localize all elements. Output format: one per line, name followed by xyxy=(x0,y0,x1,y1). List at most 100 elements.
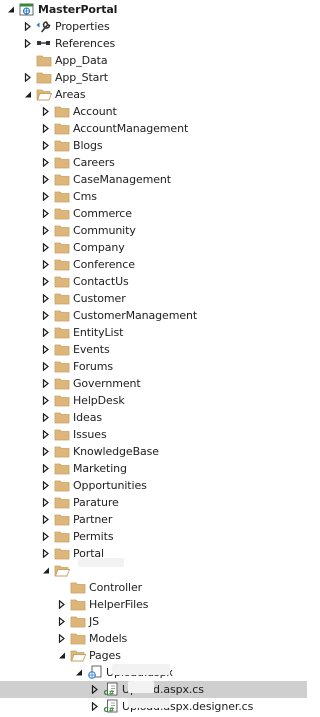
collapsed-chevron-icon[interactable] xyxy=(42,443,52,460)
tree-item-label: HelperFiles xyxy=(89,598,149,611)
tree-item-account[interactable]: Account xyxy=(0,103,307,120)
collapsed-chevron-icon[interactable] xyxy=(42,494,52,511)
collapsed-chevron-icon[interactable] xyxy=(24,69,34,86)
tree-item-commerce[interactable]: Commerce xyxy=(0,205,307,222)
tree-item-properties[interactable]: Properties xyxy=(0,18,307,35)
tree-item-parature[interactable]: Parature xyxy=(0,494,307,511)
expanded-chevron-icon[interactable] xyxy=(75,664,85,681)
collapsed-chevron-icon[interactable] xyxy=(58,613,68,630)
collapsed-chevron-icon[interactable] xyxy=(91,681,101,698)
tree-item-careers[interactable]: Careers xyxy=(0,154,307,171)
folder-closed-icon xyxy=(54,257,70,272)
tree-item-js[interactable]: JS xyxy=(0,613,307,630)
collapsed-chevron-icon[interactable] xyxy=(42,154,52,171)
collapsed-chevron-icon[interactable] xyxy=(42,103,52,120)
folder-closed-icon xyxy=(54,410,70,425)
tree-item-cms[interactable]: Cms xyxy=(0,188,307,205)
tree-item-marketing[interactable]: Marketing xyxy=(0,460,307,477)
tree-item-areas[interactable]: Areas xyxy=(0,86,307,103)
collapsed-chevron-icon[interactable] xyxy=(42,171,52,188)
tree-item-permits[interactable]: Permits xyxy=(0,528,307,545)
tree-item-helpdesk[interactable]: HelpDesk xyxy=(0,392,307,409)
tree-item-label: Cms xyxy=(73,190,97,203)
tree-item-knowledgebase[interactable]: KnowledgeBase xyxy=(0,443,307,460)
collapsed-chevron-icon[interactable] xyxy=(42,307,52,324)
tree-item-app-start[interactable]: App_Start xyxy=(0,69,307,86)
tree-item-accountmanagement[interactable]: AccountManagement xyxy=(0,120,307,137)
tree-item-label: Permits xyxy=(73,530,114,543)
tree-item-conference[interactable]: Conference xyxy=(0,256,307,273)
collapsed-chevron-icon[interactable] xyxy=(42,324,52,341)
collapsed-chevron-icon[interactable] xyxy=(42,392,52,409)
folder-closed-icon xyxy=(36,53,52,68)
tree-item-label: Properties xyxy=(55,20,110,33)
tree-item-controller[interactable]: Controller xyxy=(0,579,307,596)
collapsed-chevron-icon[interactable] xyxy=(42,358,52,375)
collapsed-chevron-icon[interactable] xyxy=(42,460,52,477)
tree-item-customermanagement[interactable]: CustomerManagement xyxy=(0,307,307,324)
collapsed-chevron-icon[interactable] xyxy=(24,18,34,35)
folder-closed-icon xyxy=(54,478,70,493)
collapsed-chevron-icon[interactable] xyxy=(42,409,52,426)
collapsed-chevron-icon[interactable] xyxy=(42,528,52,545)
tree-item-blogs[interactable]: Blogs xyxy=(0,137,307,154)
tree-item-portal[interactable]: Portal xyxy=(0,545,307,562)
collapsed-chevron-icon[interactable] xyxy=(42,222,52,239)
redaction-smudge xyxy=(112,664,170,675)
collapsed-chevron-icon[interactable] xyxy=(42,375,52,392)
tree-item-pages[interactable]: Pages xyxy=(0,647,307,664)
collapsed-chevron-icon[interactable] xyxy=(42,290,52,307)
collapsed-chevron-icon[interactable] xyxy=(42,137,52,154)
collapsed-chevron-icon[interactable] xyxy=(42,239,52,256)
collapsed-chevron-icon[interactable] xyxy=(42,477,52,494)
collapsed-chevron-icon[interactable] xyxy=(42,545,52,562)
tree-item-references[interactable]: References xyxy=(0,35,307,52)
collapsed-chevron-icon[interactable] xyxy=(42,426,52,443)
tree-item-ideas[interactable]: Ideas xyxy=(0,409,307,426)
tree-item-forums[interactable]: Forums xyxy=(0,358,307,375)
folder-closed-icon xyxy=(54,189,70,204)
folder-closed-icon xyxy=(54,359,70,374)
collapsed-chevron-icon[interactable] xyxy=(42,188,52,205)
collapsed-chevron-icon[interactable] xyxy=(58,630,68,647)
collapsed-chevron-icon[interactable] xyxy=(24,35,34,52)
tree-item-label: Government xyxy=(73,377,141,390)
collapsed-chevron-icon[interactable] xyxy=(58,596,68,613)
tree-item-helperfiles[interactable]: HelperFiles xyxy=(0,596,307,613)
tree-item-contactus[interactable]: ContactUs xyxy=(0,273,307,290)
folder-open-icon xyxy=(70,648,87,663)
tree-item-community[interactable]: Community xyxy=(0,222,307,239)
collapsed-chevron-icon[interactable] xyxy=(42,273,52,290)
tree-item-casemanagement[interactable]: CaseManagement xyxy=(0,171,307,188)
expanded-chevron-icon[interactable] xyxy=(7,1,17,18)
tree-item-opportunities[interactable]: Opportunities xyxy=(0,477,307,494)
folder-closed-icon xyxy=(54,138,70,153)
tree-item-models[interactable]: Models xyxy=(0,630,307,647)
folder-closed-icon xyxy=(54,325,70,340)
tree-item-events[interactable]: Events xyxy=(0,341,307,358)
tree-item-customer[interactable]: Customer xyxy=(0,290,307,307)
collapsed-chevron-icon[interactable] xyxy=(42,205,52,222)
tree-item-masterportal[interactable]: MasterPortal xyxy=(0,1,307,18)
tree-item-government[interactable]: Government xyxy=(0,375,307,392)
collapsed-chevron-icon[interactable] xyxy=(42,256,52,273)
tree-item-entitylist[interactable]: EntityList xyxy=(0,324,307,341)
tree-item-app-data[interactable]: App_Data xyxy=(0,52,307,69)
collapsed-chevron-icon[interactable] xyxy=(42,341,52,358)
cs-file-icon: C# xyxy=(103,699,119,714)
tree-item-unnamed-33[interactable] xyxy=(0,562,307,579)
tree-item-partner[interactable]: Partner xyxy=(0,511,307,528)
tree-item-company[interactable]: Company xyxy=(0,239,307,256)
expanded-chevron-icon[interactable] xyxy=(42,562,52,579)
folder-closed-icon xyxy=(54,376,70,391)
tree-item-label: MasterPortal xyxy=(38,3,118,16)
folder-closed-icon xyxy=(54,240,70,255)
expanded-chevron-icon[interactable] xyxy=(24,86,34,103)
collapsed-chevron-icon[interactable] xyxy=(42,511,52,528)
tree-item-issues[interactable]: Issues xyxy=(0,426,307,443)
collapsed-chevron-icon[interactable] xyxy=(42,120,52,137)
collapsed-chevron-icon[interactable] xyxy=(91,698,101,715)
expanded-chevron-icon[interactable] xyxy=(58,647,68,664)
folder-closed-icon xyxy=(54,121,70,136)
redaction-smudge xyxy=(78,558,124,567)
